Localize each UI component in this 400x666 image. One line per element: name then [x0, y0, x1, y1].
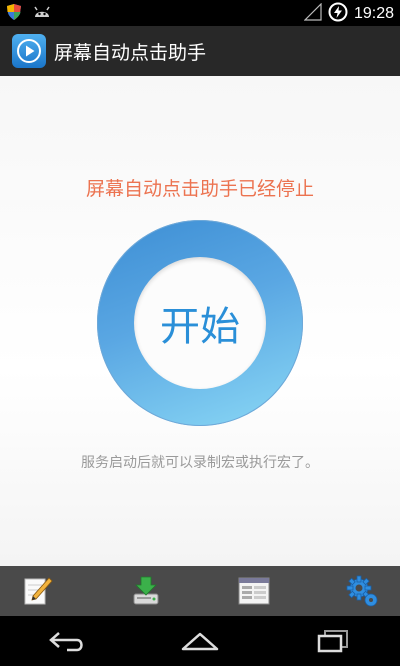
- list-window-icon[interactable]: [234, 571, 274, 611]
- home-icon[interactable]: [170, 621, 230, 661]
- app-title: 屏幕自动点击助手: [54, 41, 207, 64]
- status-time: 19:28: [353, 5, 394, 22]
- action-bar: 屏幕自动点击助手: [0, 26, 400, 76]
- edit-icon[interactable]: [18, 571, 58, 611]
- download-icon[interactable]: [126, 571, 166, 611]
- signal-icon: [303, 2, 322, 25]
- status-bar: 19:28: [0, 0, 400, 26]
- recent-apps-icon[interactable]: [303, 621, 363, 661]
- start-button[interactable]: 开始: [97, 220, 303, 426]
- back-icon[interactable]: [37, 621, 97, 661]
- battery-charging-icon: [328, 2, 348, 26]
- start-button-center[interactable]: 开始: [134, 257, 266, 389]
- main-panel: 屏幕自动点击助手已经停止 开始 服务启动后就可以录制宏或执行宏了。: [0, 76, 400, 566]
- settings-gear-icon[interactable]: [342, 571, 382, 611]
- shield-icon: [6, 3, 22, 25]
- system-nav-bar: [0, 616, 400, 666]
- play-icon[interactable]: [12, 34, 46, 68]
- hint-text: 服务启动后就可以录制宏或执行宏了。: [81, 455, 319, 471]
- service-status-message: 屏幕自动点击助手已经停止: [85, 178, 314, 200]
- start-button-label: 开始: [160, 304, 240, 350]
- bottom-toolbar: [0, 566, 400, 616]
- android-robot-icon: [32, 3, 52, 25]
